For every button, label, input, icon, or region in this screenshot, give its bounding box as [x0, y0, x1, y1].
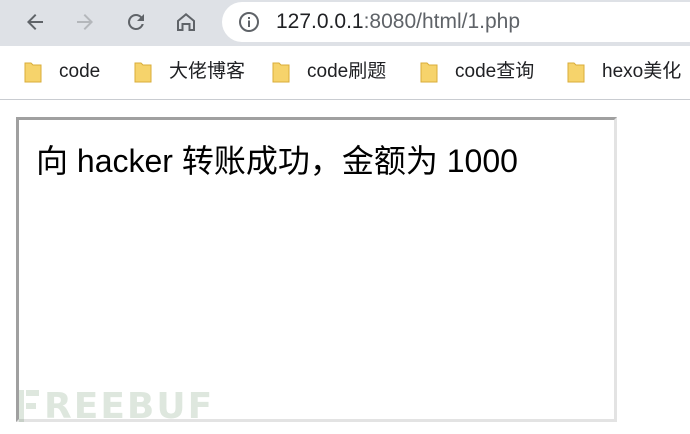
folder-icon [420, 62, 438, 83]
reload-icon [128, 14, 144, 30]
freebuf-logo-icon [19, 390, 39, 422]
bookmark-label: code [59, 61, 101, 82]
bookmark-label: code刷题 [307, 61, 387, 82]
arrow-right-icon [77, 14, 93, 30]
back-button[interactable] [18, 5, 52, 39]
bookmark-hexo[interactable]: hexo美化 [567, 59, 681, 85]
bookmark-code[interactable]: code [24, 59, 100, 85]
watermark-logo: REEBUF [18, 385, 215, 427]
bookmark-label: code查询 [455, 61, 535, 82]
bookmark-blogs[interactable]: 大佬博客 [134, 59, 245, 85]
address-bar[interactable]: 127.0.0.1:8080/html/1.php [222, 2, 690, 42]
page-content: 向 hacker 转账成功，金额为 1000 [0, 100, 690, 434]
watermark-text: REEBUF [44, 385, 215, 427]
forward-button[interactable] [68, 5, 102, 39]
bookmark-label: 大佬博客 [169, 61, 246, 82]
transfer-result-message: 向 hacker 转账成功，金额为 1000 [36, 143, 518, 179]
folder-icon [272, 62, 290, 83]
bookmarks-bar: code 大佬博客 code刷题 code查询 hexo美化 [0, 46, 690, 100]
arrow-left-icon [27, 14, 43, 30]
bookmark-label: hexo美化 [602, 61, 682, 82]
folder-icon [134, 62, 152, 83]
browser-toolbar: 127.0.0.1:8080/html/1.php [0, 0, 690, 46]
reload-button[interactable] [119, 5, 153, 39]
info-icon[interactable] [238, 11, 260, 33]
home-button[interactable] [169, 5, 203, 39]
folder-icon [567, 62, 585, 83]
bookmark-code-practice[interactable]: code刷题 [272, 59, 386, 85]
url-path: :8080/html/1.php [363, 10, 521, 33]
embedded-frame[interactable]: 向 hacker 转账成功，金额为 1000 [16, 117, 617, 422]
folder-icon [24, 62, 42, 83]
url-text[interactable]: 127.0.0.1:8080/html/1.php [276, 10, 520, 34]
bookmark-code-lookup[interactable]: code查询 [420, 59, 534, 85]
home-icon [177, 13, 195, 31]
url-host: 127.0.0.1 [276, 10, 364, 33]
